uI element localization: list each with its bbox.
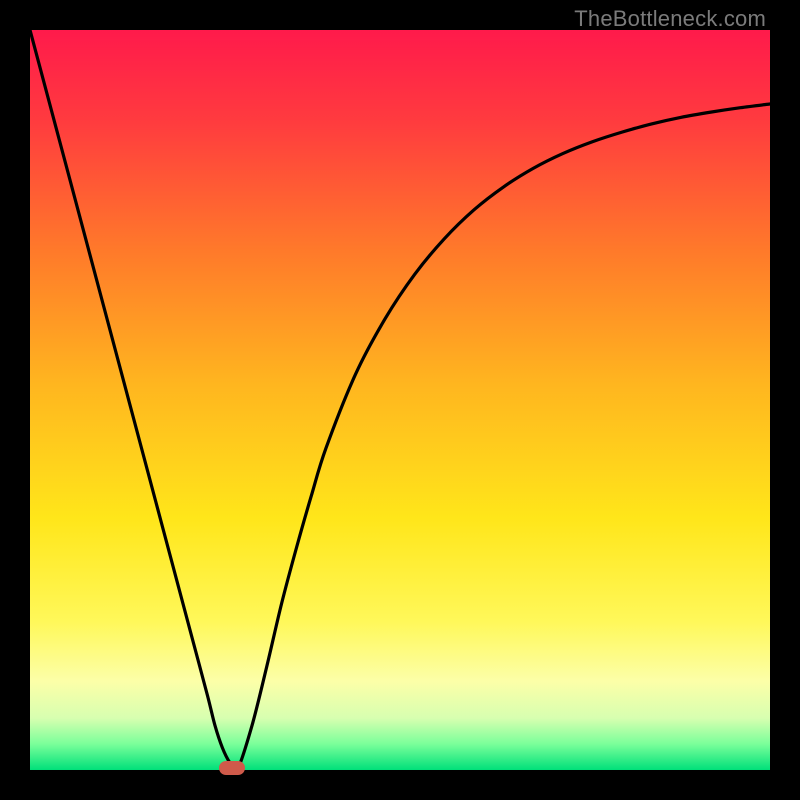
watermark-text: TheBottleneck.com	[574, 6, 766, 32]
plot-area	[30, 30, 770, 770]
chart-frame: TheBottleneck.com	[0, 0, 800, 800]
bottleneck-curve	[30, 30, 770, 770]
optimal-point-marker	[219, 761, 245, 775]
